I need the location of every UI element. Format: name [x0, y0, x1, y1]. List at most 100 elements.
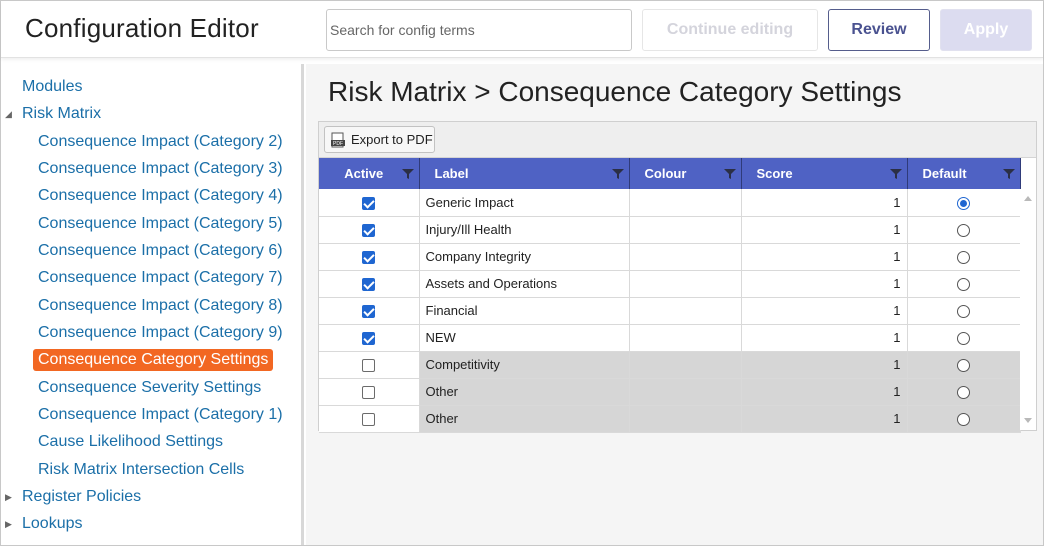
default-radio[interactable] [957, 251, 970, 265]
active-checkbox[interactable] [362, 413, 376, 427]
sidebar-item-modules[interactable]: Modules [22, 76, 82, 98]
sidebar-item-consequence-impact-8[interactable]: Consequence Impact (Category 8) [38, 295, 283, 317]
table-row[interactable]: NEW 1 [319, 324, 1021, 352]
sidebar-item-register-policies[interactable]: Register Policies [22, 486, 141, 508]
filter-icon[interactable] [889, 168, 902, 180]
expanded-caret-icon[interactable]: ◢ [5, 103, 12, 125]
sidebar-item-lookups[interactable]: Lookups [22, 513, 83, 535]
label-cell[interactable]: Company Integrity [419, 243, 630, 271]
label-cell[interactable]: Generic Impact [419, 189, 630, 217]
default-radio[interactable] [957, 413, 970, 427]
default-radio[interactable] [957, 386, 970, 400]
score-cell[interactable]: 1 [741, 189, 908, 217]
filter-icon[interactable] [611, 168, 624, 180]
sidebar-item-consequence-category-settings[interactable]: Consequence Category Settings [33, 349, 274, 371]
scroll-down-icon[interactable] [1024, 418, 1032, 423]
column-header-default[interactable]: Default [907, 158, 1021, 189]
active-checkbox[interactable] [362, 224, 376, 238]
sidebar-item-consequence-impact-1[interactable]: Consequence Impact (Category 1) [38, 404, 283, 426]
collapsed-caret-icon[interactable]: ▶ [5, 513, 12, 535]
colour-cell[interactable] [629, 270, 742, 298]
colour-cell[interactable] [629, 243, 742, 271]
column-header-active[interactable]: Active [319, 158, 420, 189]
sidebar-item-risk-matrix-intersection-cells[interactable]: Risk Matrix Intersection Cells [38, 459, 244, 481]
continue-editing-button[interactable]: Continue editing [642, 9, 818, 51]
table-row[interactable]: Company Integrity 1 [319, 243, 1021, 271]
default-cell [907, 405, 1021, 433]
score-cell[interactable]: 1 [741, 297, 908, 325]
colour-cell[interactable] [629, 351, 742, 379]
label-cell[interactable]: Injury/Ill Health [419, 216, 630, 244]
export-pdf-button[interactable]: PDF Export to PDF [324, 126, 435, 153]
score-cell[interactable]: 1 [741, 216, 908, 244]
colour-cell[interactable] [629, 216, 742, 244]
default-radio[interactable] [957, 332, 970, 346]
score-cell[interactable]: 1 [741, 270, 908, 298]
table-header-row: Active Label Colour Score Default [319, 158, 1021, 189]
active-checkbox[interactable] [362, 251, 376, 265]
active-checkbox[interactable] [362, 196, 376, 210]
default-radio[interactable] [957, 305, 970, 319]
table-row[interactable]: Generic Impact 1 [319, 189, 1021, 217]
active-checkbox[interactable] [362, 386, 376, 400]
sidebar-item-consequence-impact-3[interactable]: Consequence Impact (Category 3) [38, 158, 283, 180]
score-cell[interactable]: 1 [741, 351, 908, 379]
default-radio[interactable] [957, 278, 970, 292]
sidebar-item-consequence-severity-settings[interactable]: Consequence Severity Settings [38, 377, 261, 399]
sidebar-item-consequence-impact-4[interactable]: Consequence Impact (Category 4) [38, 185, 283, 207]
app-title: Configuration Editor [25, 13, 259, 43]
sidebar-item-cause-likelihood-settings[interactable]: Cause Likelihood Settings [38, 431, 223, 453]
default-cell [907, 270, 1021, 298]
label-cell[interactable]: Other [419, 405, 630, 433]
review-button[interactable]: Review [828, 9, 930, 51]
table-row[interactable]: Other 1 [319, 405, 1021, 433]
score-cell[interactable]: 1 [741, 378, 908, 406]
table-row[interactable]: Assets and Operations 1 [319, 270, 1021, 298]
score-cell[interactable]: 1 [741, 324, 908, 352]
score-cell[interactable]: 1 [741, 405, 908, 433]
settings-grid: PDF Export to PDF Active Label Colour Sc… [318, 121, 1037, 433]
table-row[interactable]: Injury/Ill Health 1 [319, 216, 1021, 244]
colour-cell[interactable] [629, 405, 742, 433]
label-cell[interactable]: Assets and Operations [419, 270, 630, 298]
table-row[interactable]: Financial 1 [319, 297, 1021, 325]
default-cell [907, 216, 1021, 244]
label-cell[interactable]: Other [419, 378, 630, 406]
colour-cell[interactable] [629, 189, 742, 217]
colour-cell[interactable] [629, 378, 742, 406]
table-row[interactable]: Competitivity 1 [319, 351, 1021, 379]
pdf-icon: PDF [331, 132, 345, 147]
filter-icon[interactable] [723, 168, 736, 180]
active-checkbox[interactable] [362, 332, 376, 346]
sidebar-item-consequence-impact-6[interactable]: Consequence Impact (Category 6) [38, 240, 283, 262]
sidebar-item-consequence-impact-9[interactable]: Consequence Impact (Category 9) [38, 322, 283, 344]
column-header-colour[interactable]: Colour [629, 158, 742, 189]
default-radio[interactable] [957, 359, 970, 373]
default-radio[interactable] [957, 196, 970, 210]
export-pdf-label: Export to PDF [351, 132, 433, 147]
active-checkbox[interactable] [362, 278, 376, 292]
default-radio[interactable] [957, 224, 970, 238]
scroll-up-icon[interactable] [1024, 196, 1032, 201]
active-checkbox[interactable] [362, 359, 376, 373]
label-cell[interactable]: Competitivity [419, 351, 630, 379]
filter-icon[interactable] [1002, 168, 1015, 180]
vertical-scrollbar[interactable] [1020, 189, 1036, 430]
sidebar-item-consequence-impact-7[interactable]: Consequence Impact (Category 7) [38, 267, 283, 289]
sidebar-item-consequence-impact-5[interactable]: Consequence Impact (Category 5) [38, 213, 283, 235]
sidebar-item-risk-matrix[interactable]: Risk Matrix [22, 103, 101, 125]
label-cell[interactable]: Financial [419, 297, 630, 325]
colour-cell[interactable] [629, 324, 742, 352]
collapsed-caret-icon[interactable]: ▶ [5, 486, 12, 508]
colour-cell[interactable] [629, 297, 742, 325]
search-input[interactable] [326, 9, 632, 51]
apply-button[interactable]: Apply [940, 9, 1032, 51]
label-cell[interactable]: NEW [419, 324, 630, 352]
score-cell[interactable]: 1 [741, 243, 908, 271]
column-header-score[interactable]: Score [741, 158, 908, 189]
active-checkbox[interactable] [362, 305, 376, 319]
column-header-label[interactable]: Label [419, 158, 630, 189]
filter-icon[interactable] [401, 168, 414, 180]
sidebar-item-consequence-impact-2[interactable]: Consequence Impact (Category 2) [38, 131, 283, 153]
table-row[interactable]: Other 1 [319, 378, 1021, 406]
